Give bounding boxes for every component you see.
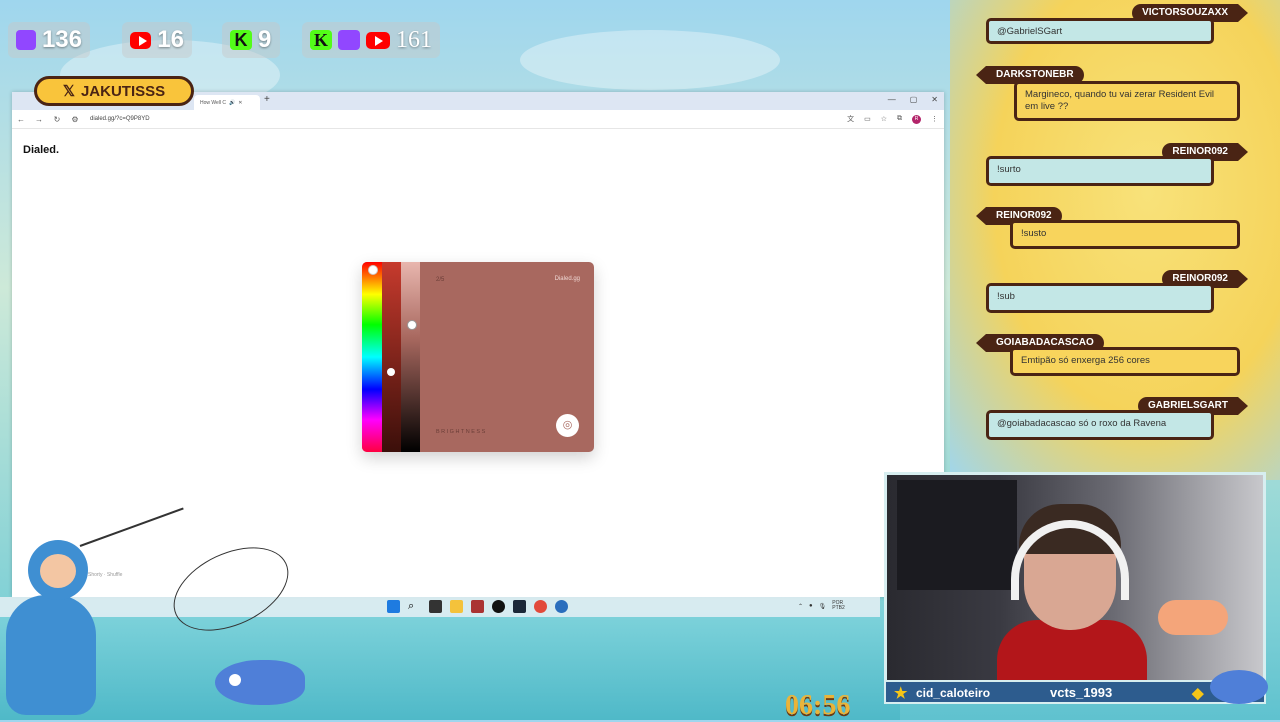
site-info-icon[interactable]: ⚙	[66, 115, 84, 124]
chat-text: @goiabadacascao só o roxo da Ravena	[986, 410, 1214, 440]
saturation-handle[interactable]	[387, 368, 395, 376]
chat-message: DARKSTONEBR Margineco, quando tu vai zer…	[976, 66, 1240, 122]
chat-message: REINOR092 !sub	[986, 270, 1248, 314]
saturation-slider[interactable]	[382, 262, 401, 452]
profile-avatar[interactable]: R	[912, 114, 921, 124]
round-progress: 2/5	[436, 277, 445, 283]
app-icon[interactable]	[471, 600, 484, 613]
x-handle: JAKUTISSS	[80, 82, 166, 100]
chat-text: !sub	[986, 283, 1214, 313]
task-view-icon[interactable]	[429, 600, 442, 613]
steam-icon[interactable]	[513, 600, 526, 613]
site-logo[interactable]: Dialed.	[23, 144, 59, 156]
menu-icon[interactable]: ⋮	[931, 115, 938, 123]
stream-timer: 06:56	[785, 690, 851, 721]
water-background	[0, 610, 900, 720]
forward-icon[interactable]: →	[30, 115, 48, 124]
x-handle-badge: 𝕏 JAKUTISSS	[34, 76, 194, 106]
bookmark-star-icon[interactable]: ☆	[881, 115, 887, 123]
streamer	[997, 504, 1147, 681]
extensions-icon[interactable]: ⧉	[897, 115, 902, 123]
minimize-button[interactable]: —	[888, 95, 896, 104]
chat-text: Emtipão só enxerga 256 cores	[1010, 347, 1240, 376]
total-count: 161	[396, 26, 432, 53]
file-explorer-icon[interactable]	[450, 600, 463, 613]
submit-button[interactable]: ◎	[556, 414, 579, 437]
kick-counter: K 9	[222, 22, 280, 58]
kick-count: 9	[258, 26, 272, 53]
new-tab-button[interactable]: +	[264, 94, 270, 105]
twitch-icon	[338, 30, 360, 50]
target-icon: ◎	[562, 419, 573, 431]
youtube-count: 16	[157, 26, 184, 53]
twitch-count: 136	[41, 26, 82, 53]
diamond-icon: ◆	[1192, 685, 1204, 702]
total-counter: K 161	[302, 22, 440, 58]
card-brand: Dialed.gg	[554, 276, 580, 282]
network-icon[interactable]: ●	[809, 603, 813, 609]
chat-message: REINOR092 !susto	[976, 207, 1240, 251]
chat-text: Margineco, quando tu vai zerar Resident …	[1014, 81, 1240, 121]
close-tab-icon[interactable]: ✕	[238, 100, 242, 106]
x-logo-icon: 𝕏	[62, 83, 75, 100]
cloud	[520, 30, 780, 90]
kick-icon: K	[230, 30, 252, 50]
address-bar: ← → ↻ ⚙ dialed.gg/?c=Q9P8YD 文 ▭ ☆ ⧉ R ⋮	[12, 110, 944, 129]
chrome-icon[interactable]	[534, 600, 547, 613]
maximize-button[interactable]: ▢	[910, 95, 918, 104]
language-indicator[interactable]: POR PTB2	[832, 601, 845, 611]
color-picker-card: 2/5 Dialed.gg BRIGHTNESS ◎	[362, 262, 594, 452]
translate-icon[interactable]: 文	[847, 114, 854, 124]
mode-label: BRIGHTNESS	[436, 429, 487, 435]
plush-toy	[1158, 600, 1228, 635]
mascot-character	[0, 540, 110, 720]
back-icon[interactable]: ←	[12, 115, 30, 124]
url-field[interactable]: dialed.gg/?c=Q9P8YD	[90, 116, 150, 122]
right-name: vcts_1993	[1050, 685, 1113, 700]
kick-icon: K	[310, 30, 332, 50]
hue-handle[interactable]	[368, 265, 378, 275]
cast-icon[interactable]: ▭	[864, 115, 871, 123]
brightness-handle[interactable]	[407, 320, 417, 330]
webcam-name-bar: ★ cid_caloteiro vcts_1993 ◆	[884, 680, 1266, 704]
windows-taskbar: ⌕ ⌃ ● 🎙 POR PTB2	[0, 597, 880, 617]
chevron-up-icon[interactable]: ⌃	[798, 603, 803, 610]
hue-slider[interactable]	[362, 262, 382, 452]
chat-message: REINOR092 !surto	[986, 143, 1248, 187]
chat-message: GABRIELSGART @goiabadacascao só o roxo d…	[986, 397, 1248, 441]
app-icon[interactable]	[555, 600, 568, 613]
close-window-button[interactable]: ✕	[931, 95, 938, 104]
tiktok-icon[interactable]	[492, 600, 505, 613]
fish-mascot	[1210, 670, 1268, 704]
reload-icon[interactable]: ↻	[48, 115, 66, 124]
browser-tab[interactable]: How Well C 🔊 ✕	[194, 95, 260, 110]
fish-mascot	[215, 660, 305, 705]
webcam-feed	[884, 472, 1266, 684]
twitch-counter: 136	[8, 22, 90, 58]
chat-text: !surto	[986, 156, 1214, 186]
mic-icon[interactable]: 🎙	[819, 603, 827, 610]
chat-text: @GabrielSGart	[986, 18, 1214, 44]
brightness-slider[interactable]	[401, 262, 420, 452]
twitch-icon	[16, 30, 36, 50]
search-icon[interactable]: ⌕	[408, 600, 421, 613]
speaker-icon[interactable]: 🔊	[229, 100, 235, 106]
star-icon: ★	[894, 685, 908, 702]
chat-text: !susto	[1010, 220, 1240, 249]
youtube-icon	[366, 31, 390, 49]
chat-message: VICTORSOUZAXX @GabrielSGart	[986, 2, 1248, 46]
youtube-counter: 16	[122, 22, 192, 58]
youtube-icon	[130, 31, 152, 49]
chat-message: GOIABADACASCAO Emtipão só enxerga 256 co…	[976, 334, 1240, 378]
left-name: cid_caloteiro	[916, 686, 991, 700]
browser-window: How Well C 🔊 ✕ + — ▢ ✕ ← → ↻ ⚙ dialed.gg…	[12, 92, 944, 597]
start-icon[interactable]	[387, 600, 400, 613]
tab-title: How Well C	[200, 99, 227, 106]
